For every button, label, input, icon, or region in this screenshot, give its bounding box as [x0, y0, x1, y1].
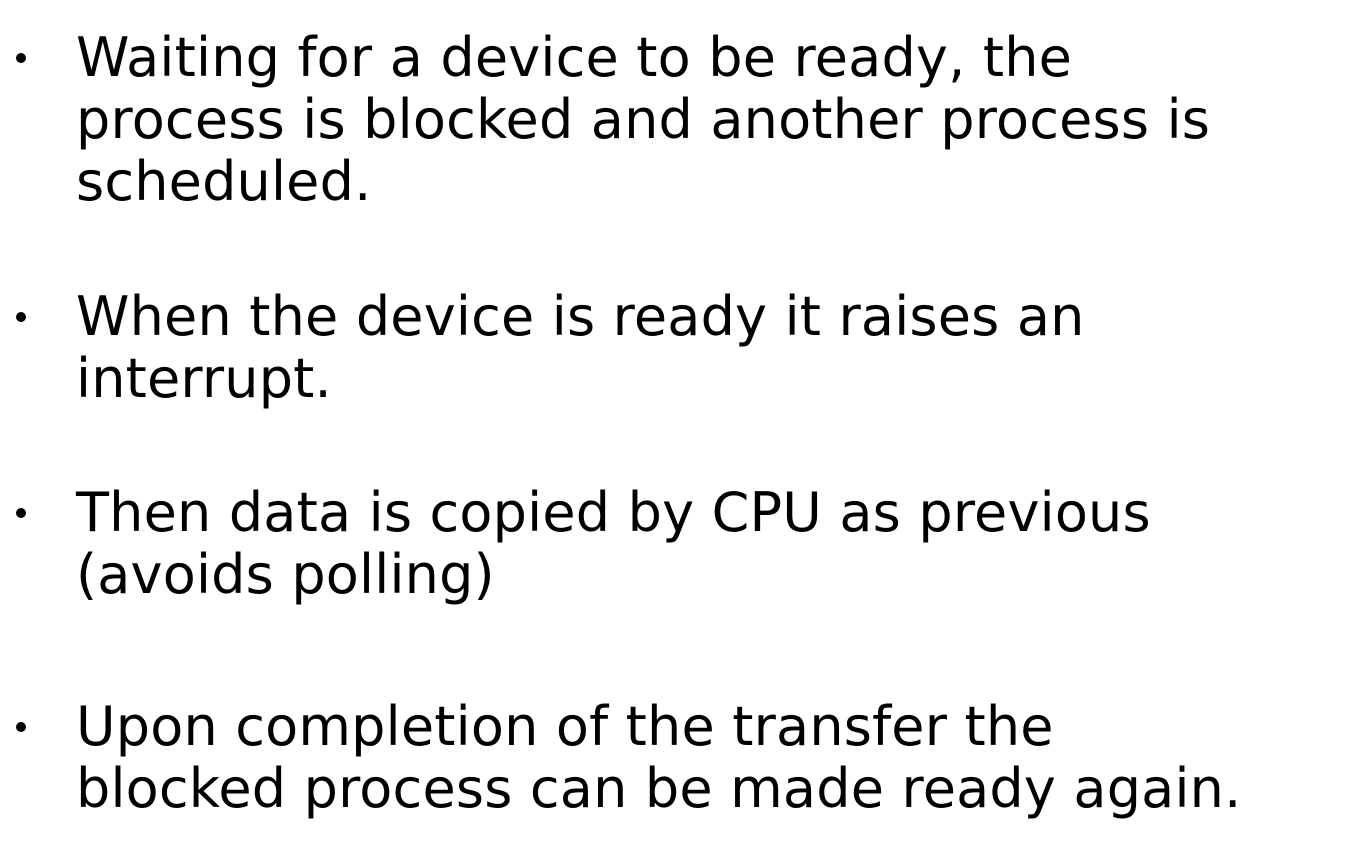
slide: Waiting for a device to be ready, the pr… [0, 0, 1354, 848]
bullet-line: scheduled. [76, 150, 372, 213]
bullet-line: (avoids polling) [76, 543, 495, 606]
bullet-line: When the device is ready it raises an [76, 285, 1085, 348]
bullet-text: When the device is ready it raises an in… [76, 286, 1354, 410]
bullet-item: Then data is copied by CPU as previous (… [0, 482, 1354, 606]
bullet-line: Then data is copied by CPU as previous [76, 481, 1151, 544]
bullet-text: Upon completion of the transfer the bloc… [76, 696, 1354, 820]
bullet-line: blocked process can be made ready again. [76, 757, 1242, 820]
bullet-text: Waiting for a device to be ready, the pr… [76, 27, 1354, 213]
bullet-icon [0, 482, 76, 518]
bullet-text: Then data is copied by CPU as previous (… [76, 482, 1354, 606]
bullet-line: Upon completion of the transfer the [76, 695, 1054, 758]
bullet-line: process is blocked and another process i… [76, 88, 1211, 151]
bullet-item: Waiting for a device to be ready, the pr… [0, 27, 1354, 213]
bullet-icon [0, 696, 76, 732]
bullet-icon [0, 27, 76, 63]
bullet-item: Upon completion of the transfer the bloc… [0, 696, 1354, 820]
bullet-line: interrupt. [76, 347, 332, 410]
bullet-item: When the device is ready it raises an in… [0, 286, 1354, 410]
bullet-icon [0, 286, 76, 322]
bullet-line: Waiting for a device to be ready, the [76, 26, 1073, 89]
